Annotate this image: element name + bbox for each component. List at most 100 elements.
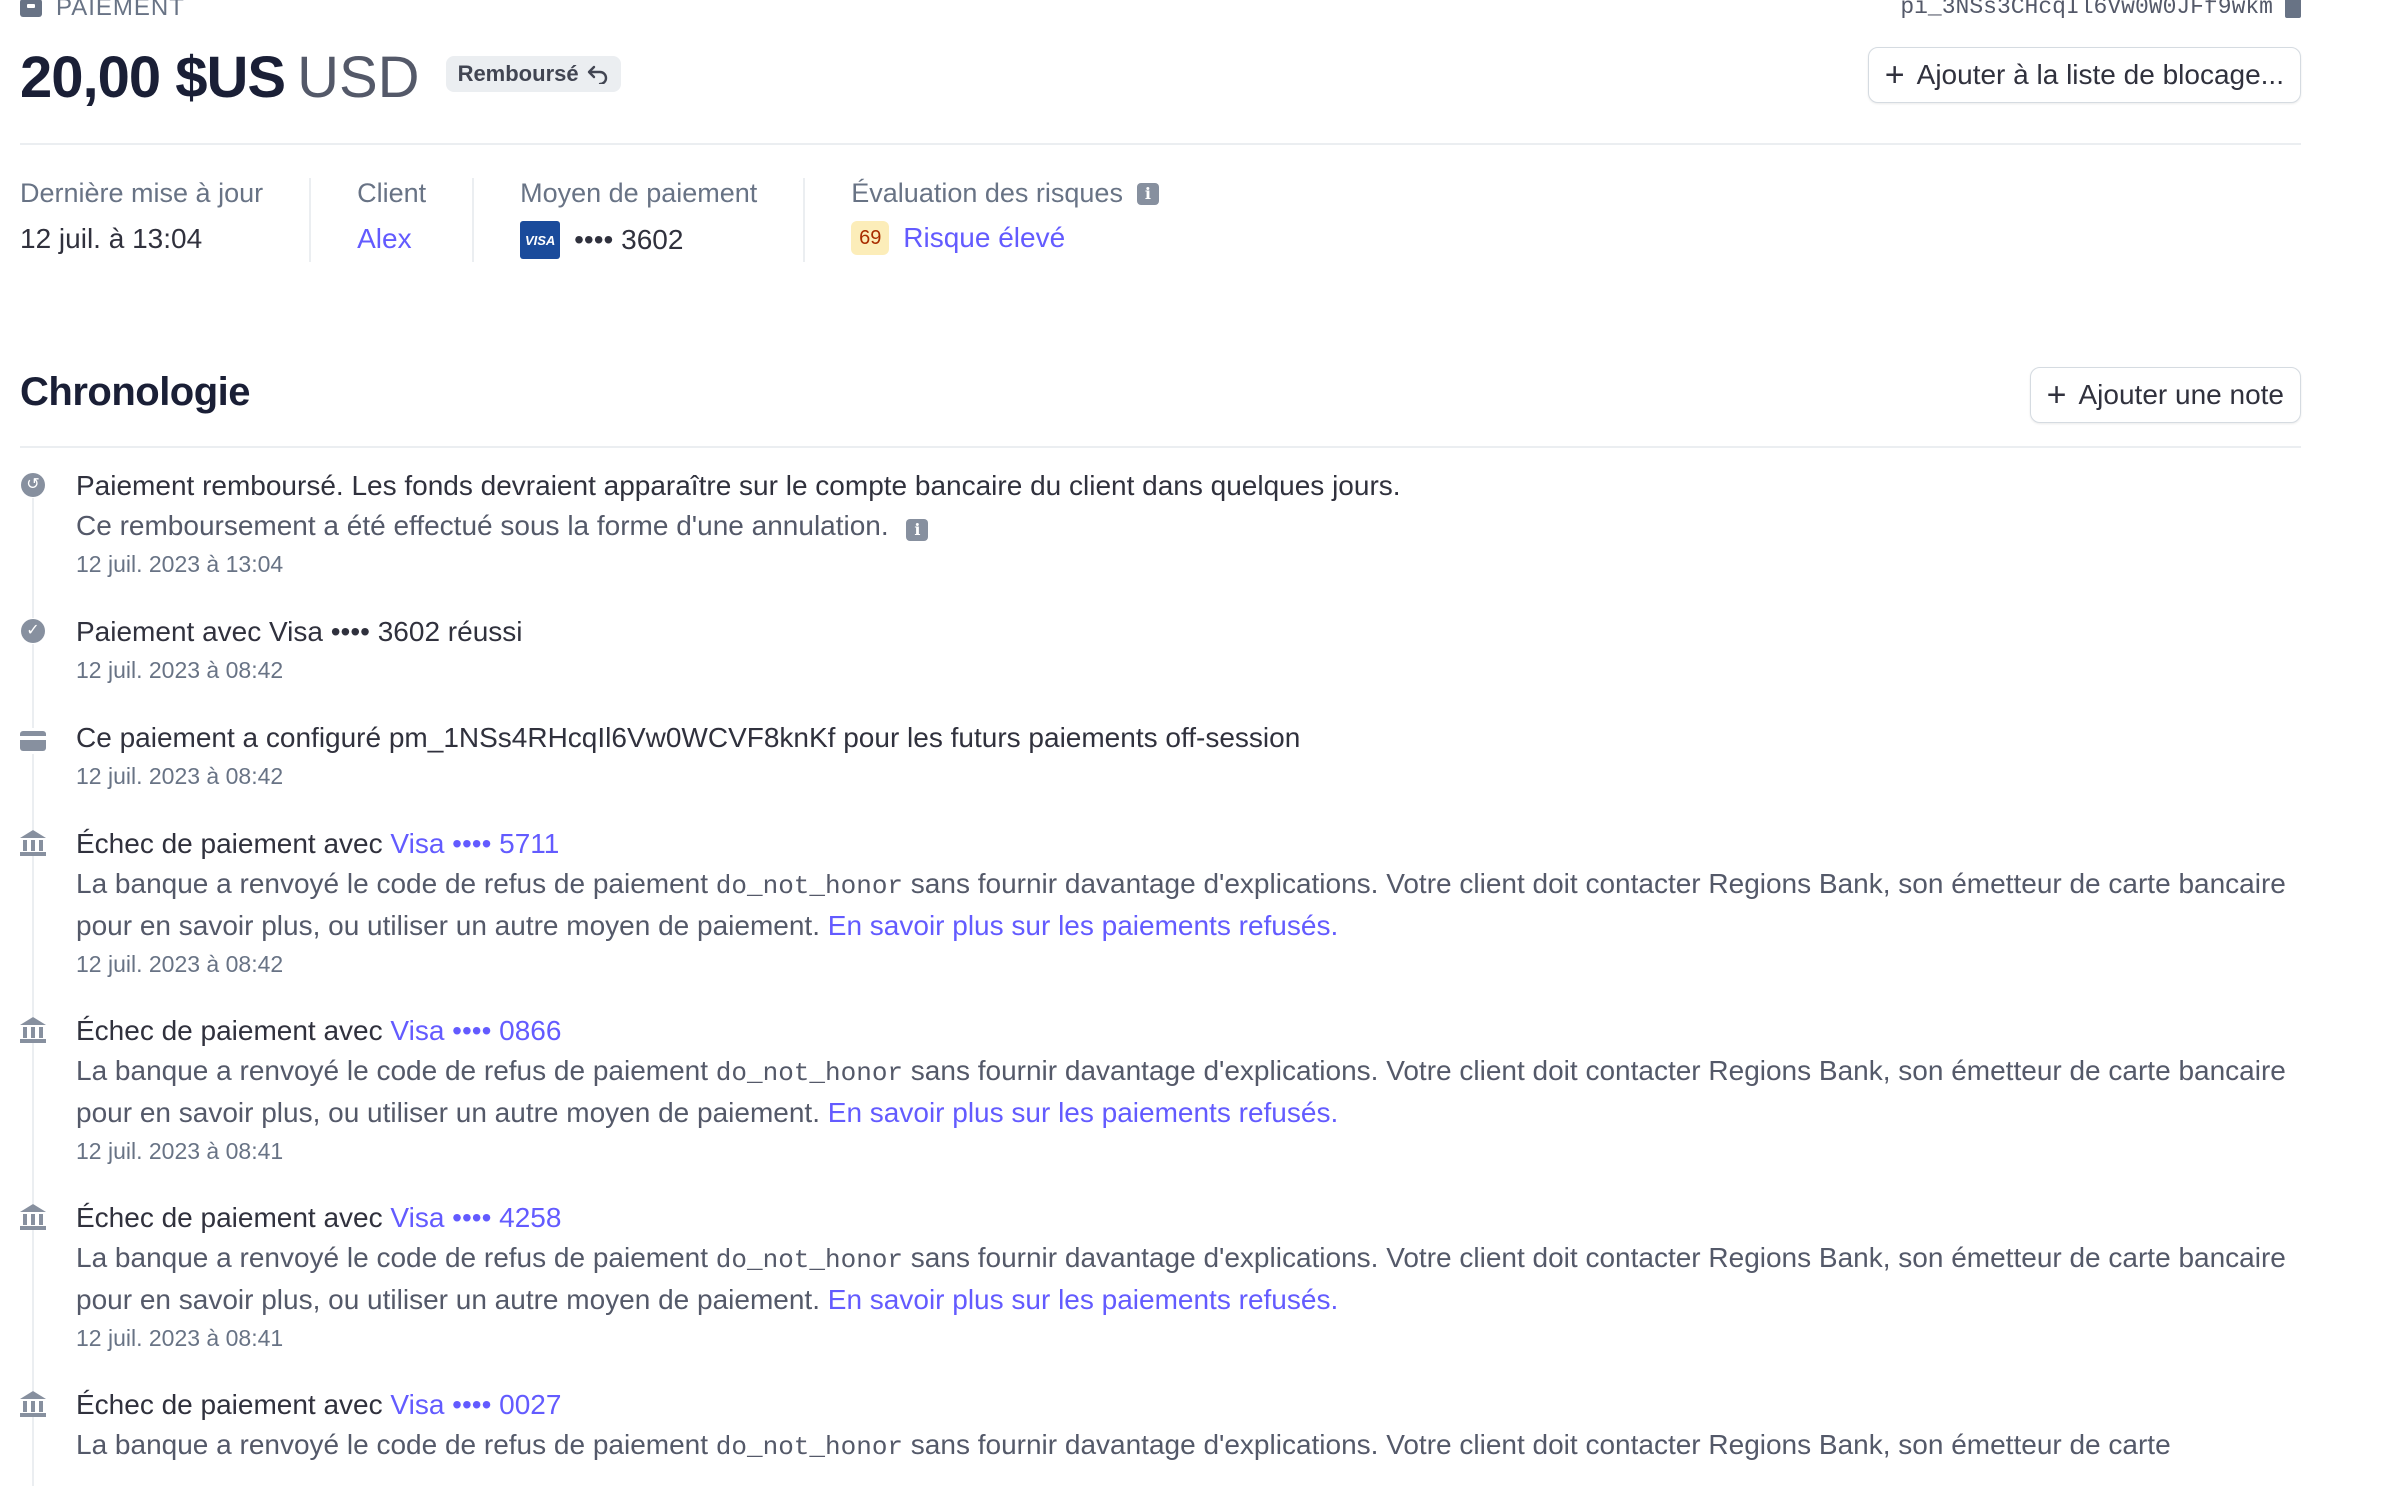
event-title: Ce paiement a configuré pm_1NSs4RHcqIl6V… (76, 722, 1301, 753)
timeline-event: Échec de paiement avec Visa •••• 4258 La… (20, 1198, 2301, 1385)
plus-icon: + (1884, 56, 1905, 94)
event-title-prefix: Échec de paiement avec (76, 1389, 391, 1420)
learn-more-link[interactable]: En savoir plus sur les paiements refusés… (828, 1097, 1338, 1128)
timeline-divider (20, 446, 2301, 448)
timeline-event: Échec de paiement avec Visa •••• 0027 La… (20, 1385, 2301, 1467)
refund-circle: ↺ (21, 473, 45, 497)
payment-method-label: Moyen de paiement (520, 178, 758, 208)
add-note-label: Ajouter une note (2078, 379, 2285, 410)
info-icon[interactable]: i (1136, 182, 1159, 205)
event-desc-a: La banque a renvoyé le code de refus de … (76, 1055, 716, 1086)
timeline-event: ✓ Paiement avec Visa •••• 3602 réussi 12… (20, 612, 2301, 718)
event-description: La banque a renvoyé le code de refus de … (76, 1238, 2306, 1320)
event-description: La banque a renvoyé le code de refus de … (76, 1051, 2306, 1133)
payment-box-icon (20, 0, 42, 17)
bank-icon (20, 1204, 46, 1230)
learn-more-link[interactable]: En savoir plus sur les paiements refusés… (828, 1284, 1338, 1315)
event-description: La banque a renvoyé le code de refus de … (76, 864, 2306, 946)
event-title: Échec de paiement avec Visa •••• 0027 (76, 1385, 2301, 1425)
card-link[interactable]: Visa •••• 0866 (390, 1015, 561, 1046)
check-circle: ✓ (21, 619, 45, 643)
info-icon[interactable]: i (906, 519, 929, 541)
bank-icon (20, 1017, 46, 1043)
bank-icon (20, 1391, 46, 1417)
event-title-prefix: Échec de paiement avec (76, 828, 391, 859)
card-link[interactable]: Visa •••• 5711 (390, 828, 559, 859)
payment-detail-page: PAIEMENT pi_3NSs3CHcqIl6Vw0W0JFf9wkm 20,… (0, 0, 2396, 1486)
event-time: 12 juil. 2023 à 13:04 (76, 551, 284, 577)
event-title-prefix: Échec de paiement avec (76, 1015, 391, 1046)
timeline: ↺ Paiement remboursé. Les fonds devraien… (20, 466, 2301, 1486)
risk-level-link[interactable]: Risque élevé (903, 222, 1065, 254)
refund-icon: ↺ (20, 472, 46, 498)
card-icon (20, 728, 46, 754)
decline-code: do_not_honor (715, 1058, 904, 1088)
customer-label: Client (357, 178, 427, 208)
status-badge-label: Remboursé (457, 60, 579, 86)
customer-link[interactable]: Alex (357, 223, 411, 255)
refund-arrow-icon (587, 65, 607, 84)
bank-shape (20, 1391, 46, 1417)
bank-icon (20, 830, 46, 856)
timeline-event: Échec de paiement avec Visa •••• 0866 La… (20, 1011, 2301, 1198)
event-title: Échec de paiement avec Visa •••• 5711 (76, 824, 2301, 864)
bank-shape (20, 1017, 46, 1043)
event-desc-b: sans fournir davantage d'explications. V… (903, 1429, 2171, 1460)
card-link[interactable]: Visa •••• 0027 (390, 1389, 561, 1420)
event-desc-a: La banque a renvoyé le code de refus de … (76, 868, 716, 899)
event-title: Paiement remboursé. Les fonds devraient … (76, 470, 1401, 501)
timeline-title: Chronologie (20, 370, 251, 414)
payment-id[interactable]: pi_3NSs3CHcqIl6Vw0W0JFf9wkm (1900, 0, 2273, 20)
payment-summary: Dernière mise à jour 12 juil. à 13:04 Cl… (20, 178, 1251, 262)
last-update-label: Dernière mise à jour (20, 178, 264, 208)
bank-shape (20, 1204, 46, 1230)
object-kind: PAIEMENT (20, 0, 185, 22)
event-title: Échec de paiement avec Visa •••• 0866 (76, 1011, 2301, 1051)
event-time: 12 juil. 2023 à 08:41 (76, 1138, 284, 1164)
add-to-blocklist-button[interactable]: + Ajouter à la liste de blocage... (1867, 47, 2301, 103)
event-time: 12 juil. 2023 à 08:42 (76, 763, 284, 789)
summary-risk: Évaluation des risques i 69 Risque élevé (851, 178, 1205, 262)
payment-currency: USD (297, 45, 420, 110)
timeline-event: Échec de paiement avec Visa •••• 5711 La… (20, 824, 2301, 1011)
event-time: 12 juil. 2023 à 08:42 (76, 951, 284, 977)
card-link[interactable]: Visa •••• 4258 (390, 1202, 561, 1233)
timeline-event: Ce paiement a configuré pm_1NSs4RHcqIl6V… (20, 718, 2301, 824)
event-title-prefix: Échec de paiement avec (76, 1202, 391, 1233)
event-time: 12 juil. 2023 à 08:42 (76, 657, 284, 683)
event-title: Échec de paiement avec Visa •••• 4258 (76, 1198, 2301, 1238)
event-subtitle-text: Ce remboursement a été effectué sous la … (76, 510, 889, 541)
event-title: Paiement avec Visa •••• 3602 réussi (76, 616, 523, 647)
visa-card-icon: VISA (520, 221, 561, 259)
decline-code: do_not_honor (715, 871, 904, 901)
risk-label: Évaluation des risques (851, 178, 1123, 208)
decline-code: do_not_honor (715, 1245, 904, 1275)
amount-row: 20,00 $US USD Remboursé (20, 44, 621, 111)
status-badge: Remboursé (445, 55, 621, 92)
payment-amount: 20,00 $US (20, 45, 286, 110)
learn-more-link[interactable]: En savoir plus sur les paiements refusés… (828, 910, 1338, 941)
event-desc-a: La banque a renvoyé le code de refus de … (76, 1242, 716, 1273)
card-shape (20, 731, 46, 751)
summary-payment-method: Moyen de paiement VISA •••• 3602 (520, 178, 806, 262)
bank-shape (20, 830, 46, 856)
add-to-blocklist-label: Ajouter à la liste de blocage... (1916, 59, 2284, 90)
risk-score-badge: 69 (851, 221, 890, 255)
event-description: La banque a renvoyé le code de refus de … (76, 1425, 2306, 1467)
event-time: 12 juil. 2023 à 08:41 (76, 1325, 284, 1351)
object-kind-label: PAIEMENT (56, 0, 185, 21)
plus-icon: + (2046, 376, 2067, 414)
event-subtitle: Ce remboursement a été effectué sous la … (76, 506, 2306, 546)
add-note-button[interactable]: + Ajouter une note (2029, 367, 2301, 423)
header-divider (20, 143, 2301, 145)
payment-method-value: •••• 3602 (574, 224, 684, 255)
timeline-event: ↺ Paiement remboursé. Les fonds devraien… (20, 466, 2301, 612)
check-circle-icon: ✓ (20, 618, 46, 644)
summary-last-update: Dernière mise à jour 12 juil. à 13:04 (20, 178, 312, 262)
decline-code: do_not_honor (715, 1432, 904, 1462)
event-desc-a: La banque a renvoyé le code de refus de … (76, 1429, 716, 1460)
payment-id-row: pi_3NSs3CHcqIl6Vw0W0JFf9wkm (1900, 0, 2301, 20)
summary-customer: Client Alex (357, 178, 475, 262)
last-update-value: 12 juil. à 13:04 (20, 223, 203, 254)
copy-icon[interactable] (2285, 0, 2301, 18)
